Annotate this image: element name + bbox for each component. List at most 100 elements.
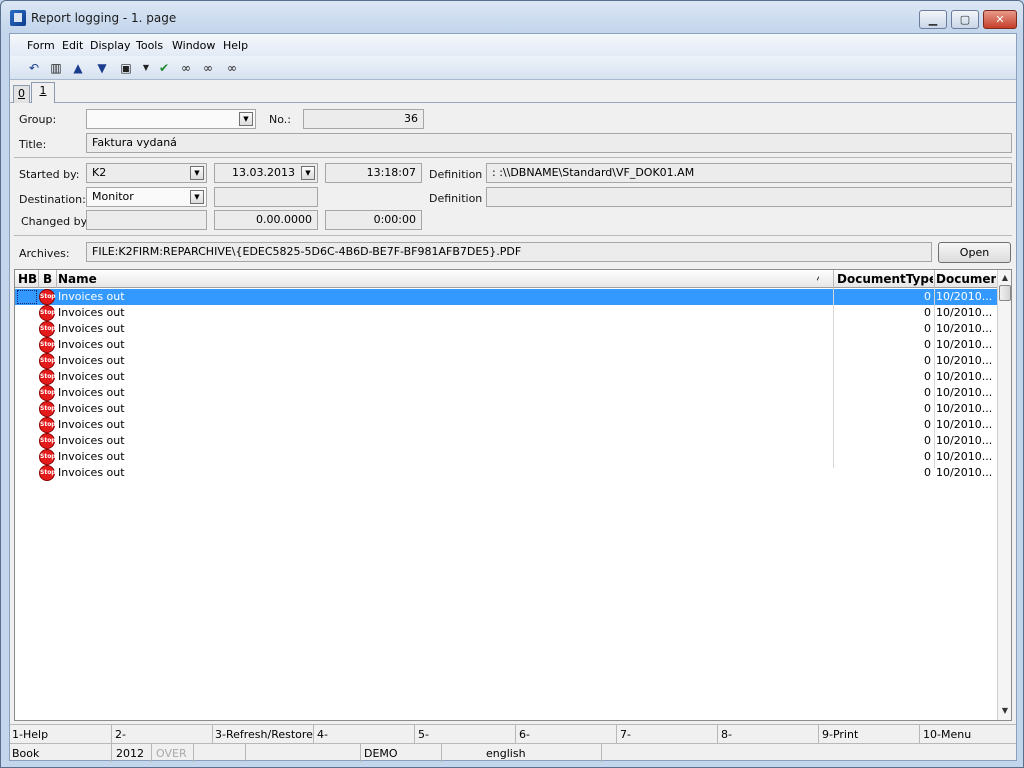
- hb-cell[interactable]: [17, 290, 37, 304]
- hb-cell[interactable]: [17, 450, 37, 464]
- hb-cell[interactable]: [17, 370, 37, 384]
- hb-cell[interactable]: [17, 466, 37, 480]
- column-header-b[interactable]: B: [43, 272, 52, 286]
- column-divider[interactable]: [934, 270, 935, 288]
- destination-select[interactable]: Monitor ▼: [86, 187, 207, 207]
- minimize-button[interactable]: ▁: [919, 10, 947, 29]
- definition2-field[interactable]: [486, 187, 1012, 207]
- document-cell: 10/2010...: [936, 338, 993, 351]
- no-field[interactable]: 36: [303, 109, 424, 129]
- fkey-divider: [313, 725, 314, 743]
- hb-cell[interactable]: [17, 306, 37, 320]
- title-field[interactable]: Faktura vydaná: [86, 133, 1012, 153]
- changed-amount-field[interactable]: 0.00.0000: [214, 210, 318, 230]
- table-row[interactable]: Stop Invoices out 0 10/2010...: [15, 337, 997, 353]
- column-header-hb[interactable]: HB: [18, 272, 37, 286]
- fkey-10[interactable]: 10-Menu: [923, 728, 971, 741]
- report-log-grid: HB B Name ⁄ DocumentType Documen Stop Inv…: [14, 269, 1012, 721]
- menu-tools[interactable]: Tools: [136, 39, 163, 52]
- fkey-4[interactable]: 4-: [317, 728, 328, 741]
- column-divider[interactable]: [833, 270, 834, 288]
- hb-cell[interactable]: [17, 354, 37, 368]
- fkey-3[interactable]: 3-Refresh/Restore: [215, 728, 313, 741]
- fkey-divider: [919, 725, 920, 743]
- table-row[interactable]: Stop Invoices out 0 10/2010...: [15, 289, 997, 305]
- scroll-thumb[interactable]: [999, 285, 1011, 301]
- menu-help[interactable]: Help: [223, 39, 248, 52]
- menu-form[interactable]: Form: [27, 39, 55, 52]
- started-by-select[interactable]: K2 ▼: [86, 163, 207, 183]
- table-row[interactable]: Stop Invoices out 0 10/2010...: [15, 465, 997, 481]
- table-row[interactable]: Stop Invoices out 0 10/2010...: [15, 321, 997, 337]
- hb-cell[interactable]: [17, 338, 37, 352]
- binoculars-icon[interactable]: ∞: [178, 61, 194, 75]
- dropdown-arrow-icon[interactable]: ▼: [138, 61, 154, 75]
- table-row[interactable]: Stop Invoices out 0 10/2010...: [15, 369, 997, 385]
- filter-icon[interactable]: ✔: [156, 61, 172, 75]
- table-row[interactable]: Stop Invoices out 0 10/2010...: [15, 401, 997, 417]
- fkey-1[interactable]: 1-Help: [12, 728, 48, 741]
- name-cell: Invoices out: [58, 354, 125, 367]
- arrow-down-icon[interactable]: ▼: [94, 61, 110, 75]
- hb-cell[interactable]: [17, 386, 37, 400]
- fkey-5[interactable]: 5-: [418, 728, 429, 741]
- fkey-2[interactable]: 2-: [115, 728, 126, 741]
- maximize-button[interactable]: ▢: [951, 10, 979, 29]
- title-bar[interactable]: Report logging - 1. page ▁ ▢ ✕: [1, 1, 1023, 33]
- close-button[interactable]: ✕: [983, 10, 1017, 29]
- tab-0[interactable]: 0: [13, 85, 30, 103]
- started-by-value: K2: [92, 166, 107, 179]
- binoculars-prev-icon[interactable]: ∞: [224, 61, 240, 75]
- column-header-document[interactable]: Documen: [936, 272, 996, 286]
- fkey-7[interactable]: 7-: [620, 728, 631, 741]
- print-setup-icon[interactable]: ▣: [118, 61, 134, 75]
- fkey-6[interactable]: 6-: [519, 728, 530, 741]
- menu-display[interactable]: Display: [90, 39, 131, 52]
- destination-extra-field[interactable]: [214, 187, 318, 207]
- hb-cell[interactable]: [17, 322, 37, 336]
- archives-field[interactable]: FILE:K2FIRM:REPARCHIVE\{EDEC5825-5D6C-4B…: [86, 242, 932, 262]
- column-header-documenttype[interactable]: DocumentType: [837, 272, 933, 286]
- calendar-dropdown-icon[interactable]: ▼: [301, 166, 315, 180]
- column-header-name[interactable]: Name: [58, 272, 97, 286]
- binoculars-next-icon[interactable]: ∞: [200, 61, 216, 75]
- arrow-up-icon[interactable]: ▲: [70, 61, 86, 75]
- documenttype-cell: 0: [924, 370, 931, 383]
- hb-cell[interactable]: [17, 434, 37, 448]
- scroll-up-icon[interactable]: ▲: [1000, 273, 1010, 283]
- table-row[interactable]: Stop Invoices out 0 10/2010...: [15, 385, 997, 401]
- start-time-field[interactable]: 13:18:07: [325, 163, 422, 183]
- group-select[interactable]: ▼: [86, 109, 256, 129]
- fkey-8[interactable]: 8-: [721, 728, 732, 741]
- documenttype-cell: 0: [924, 386, 931, 399]
- chevron-down-icon[interactable]: ▼: [239, 112, 253, 126]
- menu-window[interactable]: Window: [172, 39, 215, 52]
- book-icon[interactable]: ▥: [48, 61, 64, 75]
- status-divider: [193, 744, 194, 762]
- app-icon[interactable]: [10, 10, 26, 26]
- table-row[interactable]: Stop Invoices out 0 10/2010...: [15, 417, 997, 433]
- stop-sign-icon: Stop: [39, 385, 56, 401]
- changed-time-field[interactable]: 0:00:00: [325, 210, 422, 230]
- changed-by-field[interactable]: [86, 210, 207, 230]
- table-row[interactable]: Stop Invoices out 0 10/2010...: [15, 353, 997, 369]
- fkey-9[interactable]: 9-Print: [822, 728, 858, 741]
- hb-cell[interactable]: [17, 418, 37, 432]
- name-cell: Invoices out: [58, 402, 125, 415]
- vertical-scrollbar[interactable]: ▲ ▼: [997, 270, 1011, 720]
- column-divider[interactable]: [38, 270, 39, 288]
- definition1-field[interactable]: : :\\DBNAME\Standard\VF_DOK01.AM: [486, 163, 1012, 183]
- table-row[interactable]: Stop Invoices out 0 10/2010...: [15, 305, 997, 321]
- table-row[interactable]: Stop Invoices out 0 10/2010...: [15, 433, 997, 449]
- column-divider[interactable]: [56, 270, 57, 288]
- open-button[interactable]: Open: [938, 242, 1011, 263]
- start-date-field[interactable]: 13.03.2013 ▼: [214, 163, 318, 183]
- table-row[interactable]: Stop Invoices out 0 10/2010...: [15, 449, 997, 465]
- menu-edit[interactable]: Edit: [62, 39, 83, 52]
- undo-icon[interactable]: ↶: [26, 61, 42, 75]
- chevron-down-icon[interactable]: ▼: [190, 190, 204, 204]
- hb-cell[interactable]: [17, 402, 37, 416]
- scroll-down-icon[interactable]: ▼: [1000, 706, 1010, 716]
- chevron-down-icon[interactable]: ▼: [190, 166, 204, 180]
- tab-1[interactable]: 1: [31, 82, 55, 103]
